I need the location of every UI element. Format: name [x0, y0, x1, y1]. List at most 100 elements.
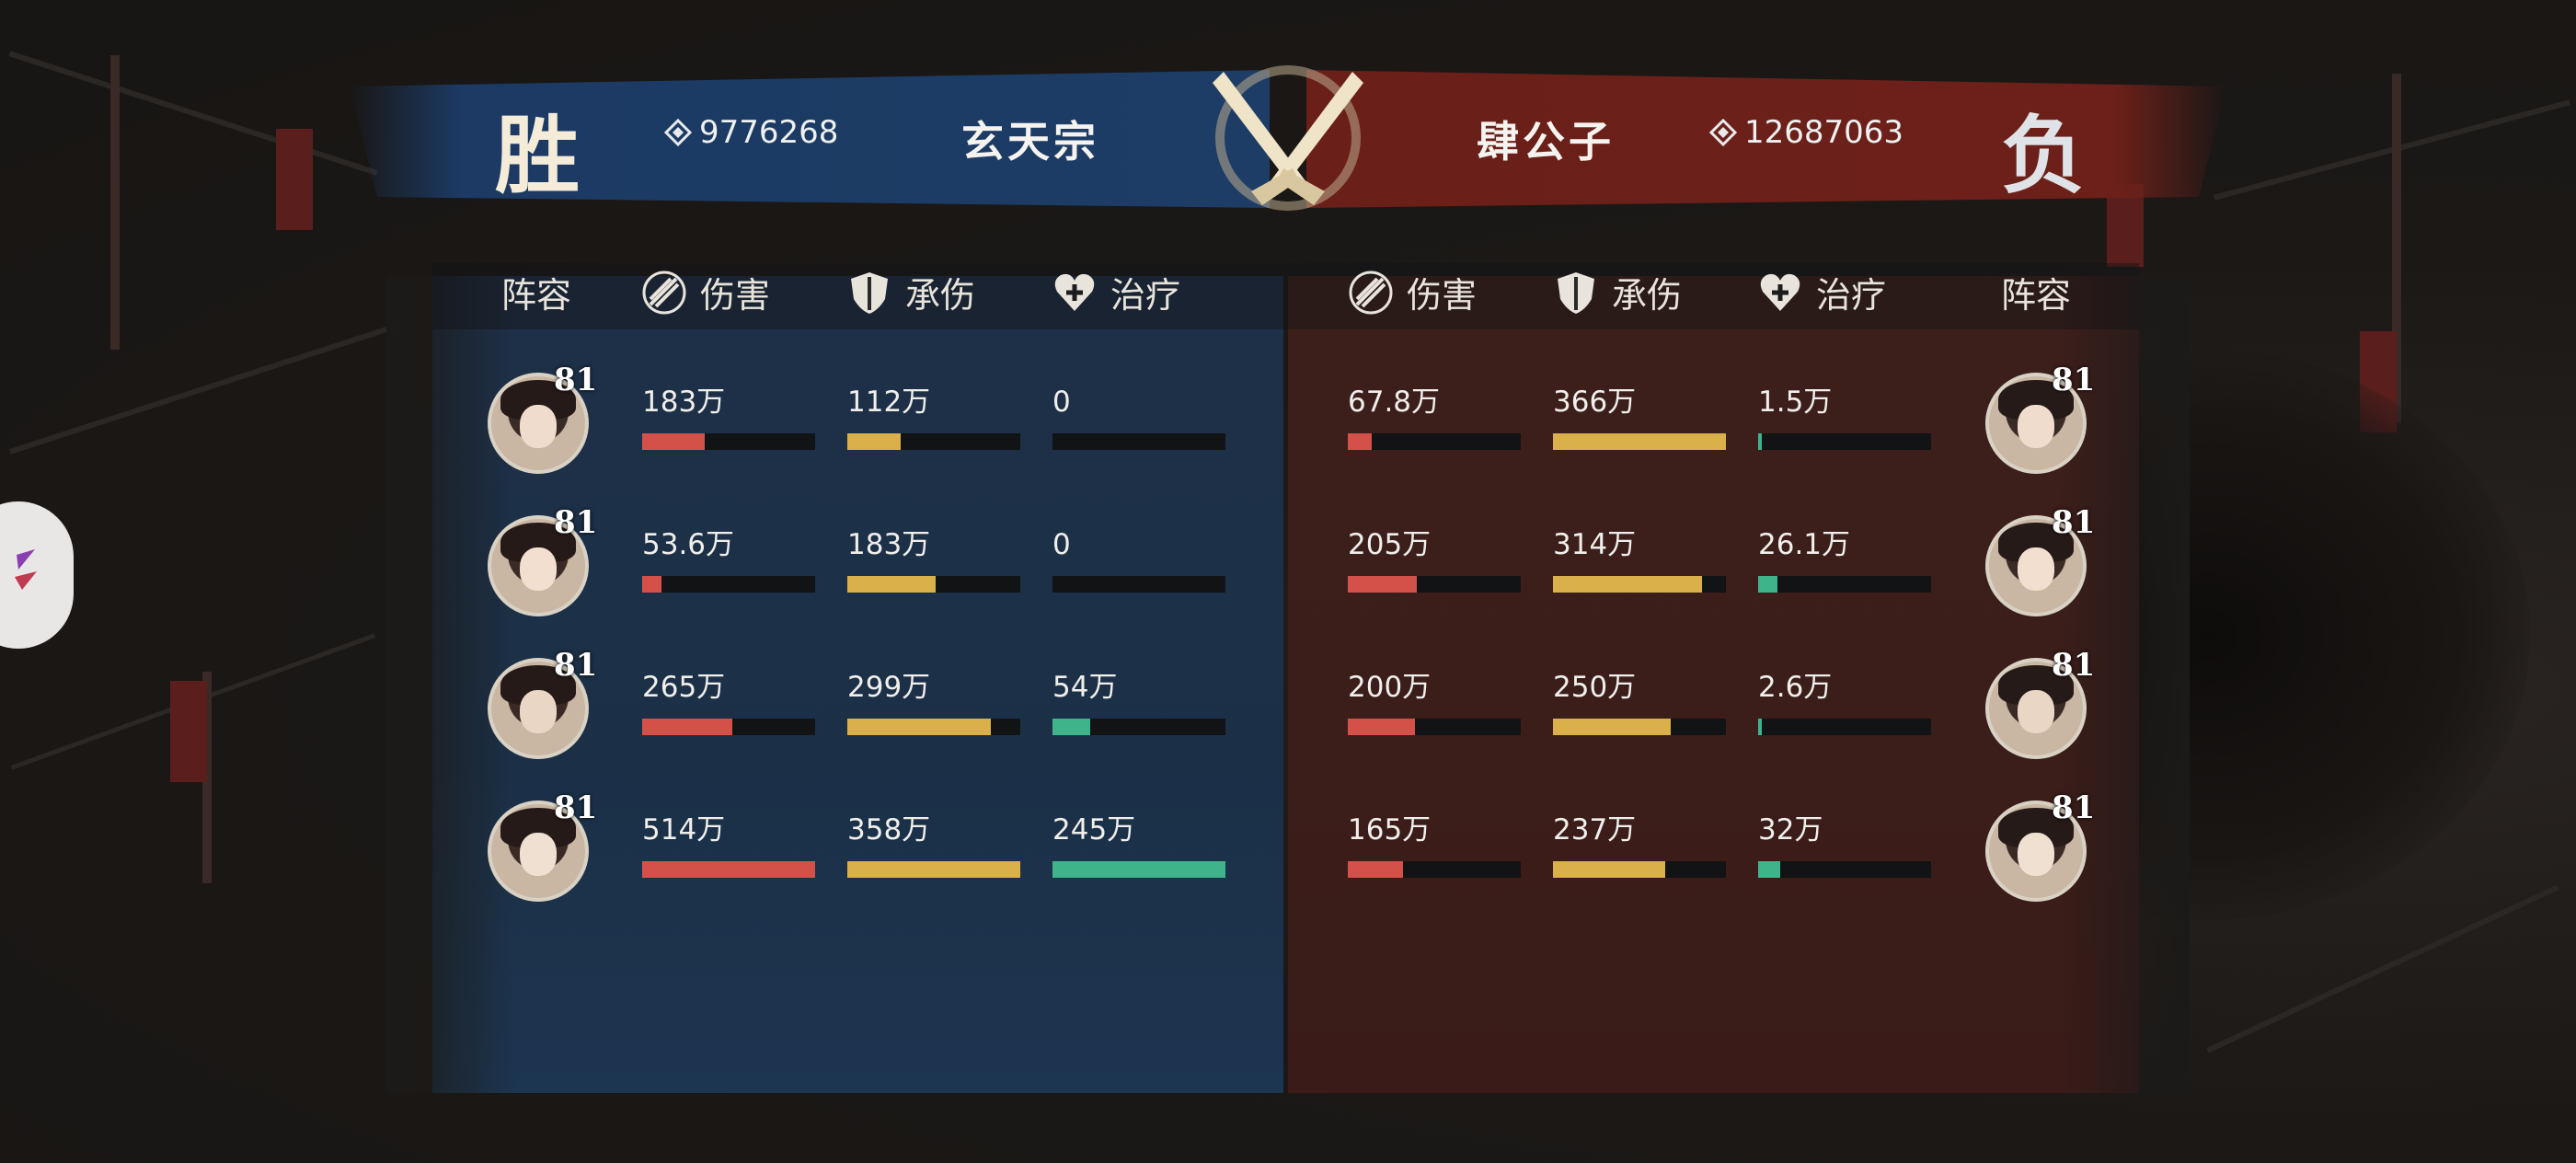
right-damage-stat: 165万 — [1348, 812, 1521, 878]
left-taken-stat: 183万 — [847, 526, 1020, 593]
left-damage-stat: 53.6万 — [642, 526, 815, 593]
right-team-name: 肆公子 — [1477, 117, 1615, 167]
left-power-value: 9776268 — [699, 114, 839, 151]
right-damage-stat: 200万 — [1348, 669, 1521, 735]
right-damage-value: 67.8万 — [1348, 386, 1441, 419]
side-tab-icon — [15, 549, 37, 590]
left-heal-bar — [1052, 719, 1225, 735]
left-taken-header: 承伤 — [846, 267, 975, 317]
left-heal-bar — [1052, 433, 1225, 450]
right-hero-level: 81 — [2052, 647, 2096, 684]
right-taken-bar-fill — [1553, 576, 1702, 593]
heart-heal-icon — [1054, 273, 1095, 311]
left-lineup-header: 阵容 — [501, 275, 572, 316]
left-hero-level: 81 — [554, 504, 598, 541]
left-damage-value: 183万 — [642, 386, 726, 419]
right-damage-value: 200万 — [1348, 671, 1432, 704]
right-taken-value: 314万 — [1553, 528, 1637, 561]
left-heal-bar-fill — [1052, 719, 1091, 735]
right-lineup-header: 阵容 — [2001, 275, 2072, 316]
right-taken-bar — [1553, 861, 1726, 878]
left-damage-bar-fill — [642, 861, 815, 878]
right-taken-bar-fill — [1553, 433, 1726, 450]
right-damage-stat: 205万 — [1348, 526, 1521, 593]
left-heal-value: 0 — [1052, 386, 1071, 419]
right-taken-header: 承伤 — [1553, 267, 1682, 317]
right-heal-bar — [1758, 861, 1931, 878]
left-damage-bar — [642, 433, 815, 450]
right-heal-bar-fill — [1758, 433, 1762, 450]
left-heal-value: 245万 — [1052, 813, 1136, 846]
left-damage-bar — [642, 719, 815, 735]
right-damage-header: 伤害 — [1348, 267, 1477, 317]
right-heal-bar — [1758, 576, 1931, 593]
left-taken-stat: 358万 — [847, 812, 1020, 878]
right-taken-bar — [1553, 576, 1726, 593]
left-hero-level: 81 — [554, 789, 598, 826]
left-taken-bar-fill — [847, 861, 1020, 878]
right-power-value: 12687063 — [1744, 114, 1904, 151]
right-taken-bar-fill — [1553, 719, 1671, 735]
win-result-label: 胜 — [495, 106, 581, 205]
right-heal-value: 32万 — [1758, 813, 1823, 846]
left-heal-header: 治疗 — [1052, 267, 1180, 317]
left-damage-bar — [642, 861, 815, 878]
right-damage-bar-fill — [1348, 861, 1404, 878]
right-heal-bar-fill — [1758, 719, 1762, 735]
right-damage-bar — [1348, 433, 1521, 450]
right-hero-level: 81 — [2052, 789, 2096, 826]
left-hero-level: 81 — [554, 647, 598, 684]
left-heal-value: 0 — [1052, 528, 1071, 561]
left-damage-bar — [642, 576, 815, 593]
power-icon — [664, 119, 692, 146]
right-taken-value: 250万 — [1553, 671, 1637, 704]
left-damage-stat: 265万 — [642, 669, 815, 735]
power-icon — [1709, 119, 1737, 146]
right-hero-level: 81 — [2052, 504, 2096, 541]
left-taken-bar-fill — [847, 433, 902, 450]
left-taken-bar — [847, 719, 1020, 735]
left-taken-bar — [847, 433, 1020, 450]
right-heal-value: 2.6万 — [1758, 671, 1833, 704]
left-team-name: 玄天宗 — [961, 117, 1099, 167]
right-damage-bar-fill — [1348, 576, 1418, 593]
right-hero-level: 81 — [2052, 362, 2096, 398]
left-heal-bar-fill — [1052, 861, 1225, 878]
left-taken-bar — [847, 576, 1020, 593]
shield-icon — [851, 271, 888, 314]
damage-icon — [642, 271, 686, 314]
left-heal-stat: 54万 — [1052, 669, 1225, 735]
right-taken-bar — [1553, 433, 1726, 450]
right-taken-value: 366万 — [1553, 386, 1637, 419]
side-menu-tab[interactable] — [0, 501, 74, 649]
right-damage-value: 205万 — [1348, 528, 1432, 561]
crossed-swords-emblem — [1213, 65, 1363, 211]
left-taken-stat: 112万 — [847, 384, 1020, 450]
right-heal-stat: 26.1万 — [1758, 526, 1931, 593]
left-damage-stat: 514万 — [642, 812, 815, 878]
right-damage-value: 165万 — [1348, 813, 1432, 846]
shield-icon — [1558, 271, 1594, 314]
right-damage-bar — [1348, 719, 1521, 735]
right-taken-bar-fill — [1553, 861, 1666, 878]
left-damage-value: 53.6万 — [642, 528, 735, 561]
left-heal-bar — [1052, 576, 1225, 593]
right-taken-bar — [1553, 719, 1726, 735]
right-power: 12687063 — [1709, 114, 1903, 151]
right-taken-stat: 237万 — [1553, 812, 1726, 878]
left-heal-stat: 245万 — [1052, 812, 1225, 878]
left-damage-bar-fill — [642, 719, 732, 735]
left-heal-bar — [1052, 861, 1225, 878]
right-damage-bar-fill — [1348, 433, 1373, 450]
left-taken-value: 358万 — [847, 813, 931, 846]
left-taken-value: 299万 — [847, 671, 931, 704]
right-taken-stat: 314万 — [1553, 526, 1726, 593]
right-damage-stat: 67.8万 — [1348, 384, 1521, 450]
right-taken-value: 237万 — [1553, 813, 1637, 846]
right-heal-header: 治疗 — [1757, 267, 1886, 317]
right-heal-stat: 32万 — [1758, 812, 1931, 878]
left-taken-bar-fill — [847, 719, 992, 735]
right-taken-stat: 366万 — [1553, 384, 1726, 450]
right-heal-stat: 2.6万 — [1758, 669, 1931, 735]
right-taken-stat: 250万 — [1553, 669, 1726, 735]
